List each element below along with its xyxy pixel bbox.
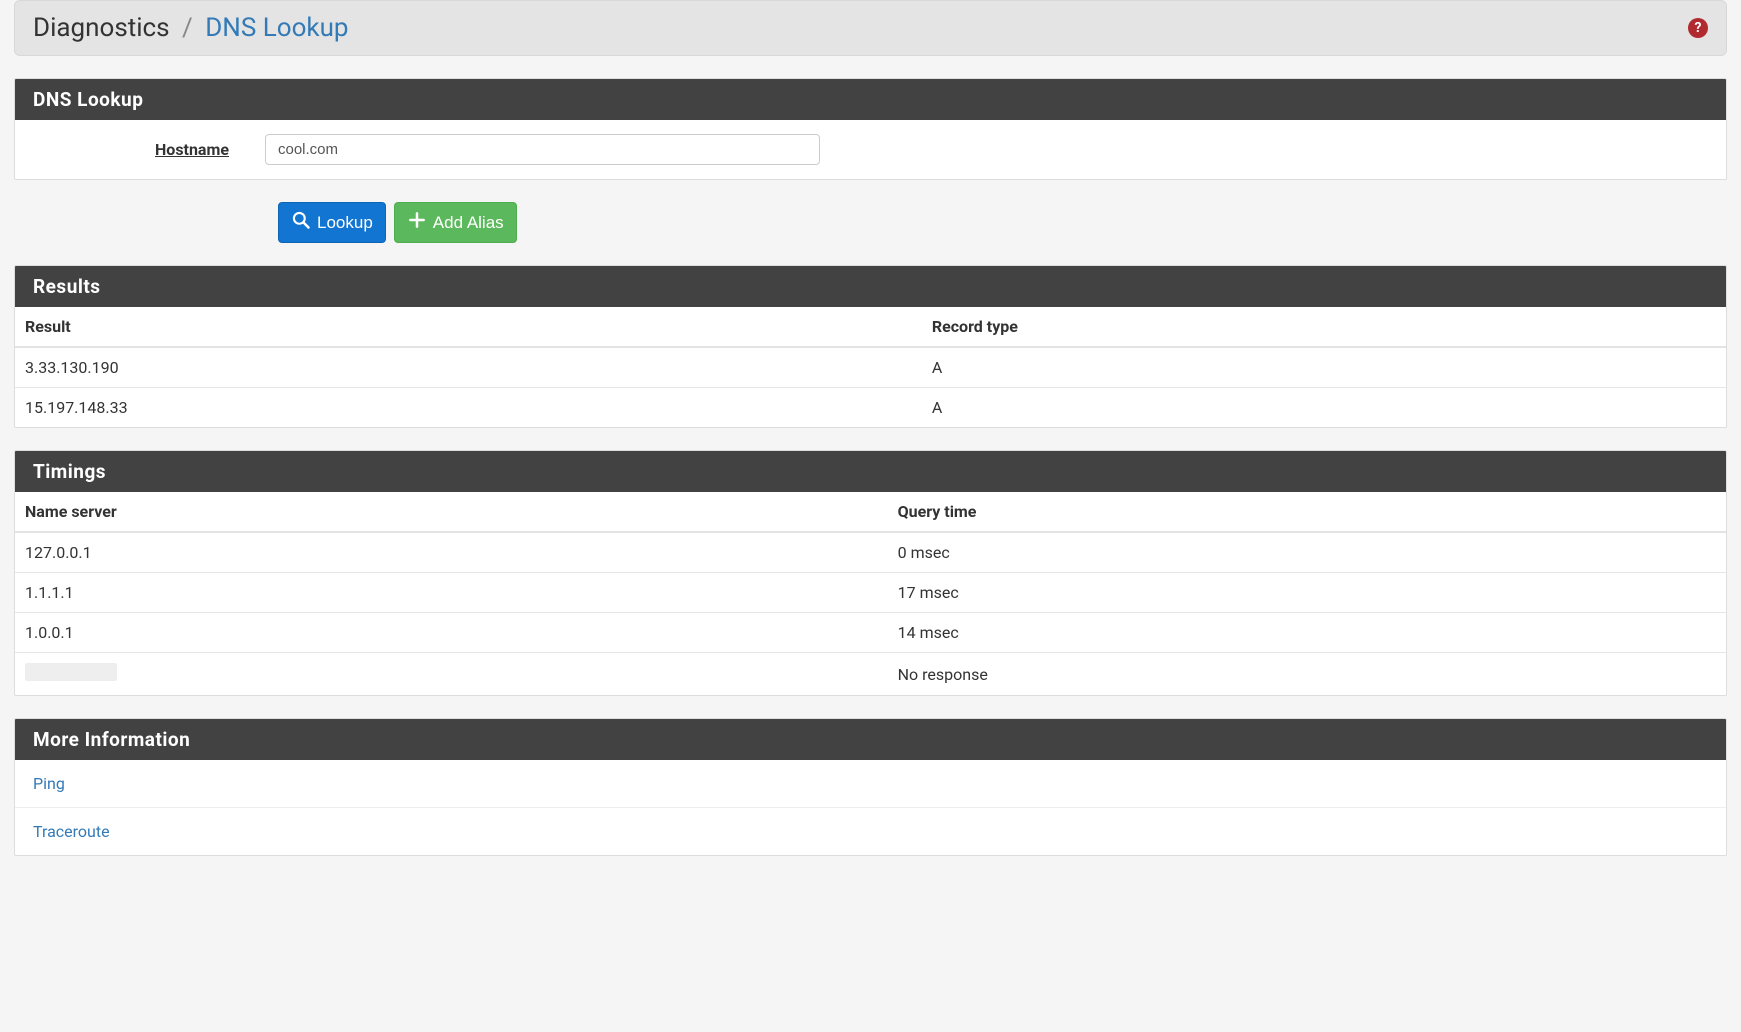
search-icon <box>291 210 311 235</box>
name-server-cell: 1.1.1.1 <box>15 573 888 613</box>
dns-lookup-heading: DNS Lookup <box>15 79 1726 120</box>
dns-lookup-panel: DNS Lookup Hostname <box>14 78 1727 180</box>
page-header: Diagnostics / DNS Lookup ? <box>14 0 1727 56</box>
more-info-list: Ping Traceroute <box>15 760 1726 855</box>
timings-table: Name server Query time 127.0.0.1 0 msec … <box>15 492 1726 695</box>
query-time-cell: 14 msec <box>888 613 1726 653</box>
record-type-cell: A <box>922 347 1726 388</box>
name-server-cell: 1.0.0.1 <box>15 613 888 653</box>
ping-link[interactable]: Ping <box>15 760 1726 807</box>
query-time-cell: No response <box>888 653 1726 696</box>
result-cell: 15.197.148.33 <box>15 388 922 428</box>
breadcrumb-separator: / <box>182 13 193 43</box>
add-alias-button-label: Add Alias <box>433 213 504 233</box>
query-time-cell: 17 msec <box>888 573 1726 613</box>
hostname-row: Hostname <box>25 134 1716 165</box>
timings-header-name-server: Name server <box>15 492 888 532</box>
hostname-input[interactable] <box>265 134 820 165</box>
lookup-button-label: Lookup <box>317 213 373 233</box>
name-server-cell: 127.0.0.1 <box>15 532 888 573</box>
breadcrumb-current[interactable]: DNS Lookup <box>205 13 348 43</box>
results-heading: Results <box>15 266 1726 307</box>
breadcrumb-parent[interactable]: Diagnostics <box>33 13 170 43</box>
table-row: No response <box>15 653 1726 696</box>
lookup-button[interactable]: Lookup <box>278 202 386 243</box>
plus-icon <box>407 210 427 235</box>
more-info-panel: More Information Ping Traceroute <box>14 718 1727 856</box>
result-cell: 3.33.130.190 <box>15 347 922 388</box>
results-header-result: Result <box>15 307 922 347</box>
help-icon[interactable]: ? <box>1688 18 1708 38</box>
action-row: Lookup Add Alias <box>14 202 1727 243</box>
timings-heading: Timings <box>15 451 1726 492</box>
table-row: 15.197.148.33 A <box>15 388 1726 428</box>
table-row: 1.1.1.1 17 msec <box>15 573 1726 613</box>
table-row: 3.33.130.190 A <box>15 347 1726 388</box>
more-info-heading: More Information <box>15 719 1726 760</box>
hostname-label: Hostname <box>25 140 265 159</box>
table-row: 1.0.0.1 14 msec <box>15 613 1726 653</box>
results-table: Result Record type 3.33.130.190 A 15.197… <box>15 307 1726 427</box>
name-server-cell <box>15 653 888 696</box>
redacted-placeholder <box>25 663 117 681</box>
results-panel: Results Result Record type 3.33.130.190 … <box>14 265 1727 428</box>
breadcrumb: Diagnostics / DNS Lookup <box>33 13 349 43</box>
results-header-record-type: Record type <box>922 307 1726 347</box>
traceroute-link[interactable]: Traceroute <box>15 807 1726 855</box>
table-row: 127.0.0.1 0 msec <box>15 532 1726 573</box>
timings-header-query-time: Query time <box>888 492 1726 532</box>
record-type-cell: A <box>922 388 1726 428</box>
timings-panel: Timings Name server Query time 127.0.0.1… <box>14 450 1727 696</box>
query-time-cell: 0 msec <box>888 532 1726 573</box>
add-alias-button[interactable]: Add Alias <box>394 202 517 243</box>
